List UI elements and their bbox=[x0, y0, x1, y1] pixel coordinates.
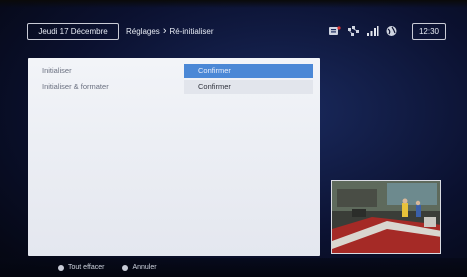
status-icons bbox=[328, 24, 398, 36]
bezel bbox=[0, 0, 467, 8]
menu-row-label: Initialiser bbox=[42, 66, 72, 75]
breadcrumb-reset: Ré-initialiser bbox=[169, 27, 214, 36]
preview-image bbox=[332, 181, 440, 253]
menu-row-initialiser[interactable]: Initialiser Confirmer bbox=[28, 64, 320, 78]
button-dot-icon bbox=[58, 265, 64, 271]
recording-icon bbox=[328, 24, 341, 36]
breadcrumb-settings[interactable]: Réglages bbox=[126, 24, 160, 39]
globe-icon bbox=[385, 24, 398, 36]
date-display: Jeudi 17 Décembre bbox=[27, 23, 119, 40]
clock: 12:30 bbox=[412, 23, 446, 40]
confirm-button[interactable]: Confirmer bbox=[184, 64, 313, 78]
hint-clear-all[interactable]: Tout effacer bbox=[68, 262, 104, 274]
breadcrumb: Réglages › Ré-initialiser bbox=[126, 24, 214, 39]
signal-bars-icon bbox=[366, 24, 379, 36]
menu-row-label: Initialiser & formater bbox=[42, 82, 109, 91]
menu-row-initialiser-formater[interactable]: Initialiser & formater Confirmer bbox=[28, 80, 320, 94]
reset-menu-panel: Initialiser Confirmer Initialiser & form… bbox=[28, 58, 320, 256]
confirm-button[interactable]: Confirmer bbox=[184, 80, 313, 94]
footer-hints: Tout effacer Annuler bbox=[58, 262, 157, 274]
live-tv-preview bbox=[331, 180, 441, 254]
tv-screen: Jeudi 17 Décembre Réglages › Ré-initiali… bbox=[0, 0, 467, 277]
hint-cancel[interactable]: Annuler bbox=[132, 262, 156, 274]
chevron-right-icon: › bbox=[162, 25, 167, 37]
network-icon bbox=[347, 24, 360, 36]
button-dot-icon bbox=[122, 265, 129, 271]
